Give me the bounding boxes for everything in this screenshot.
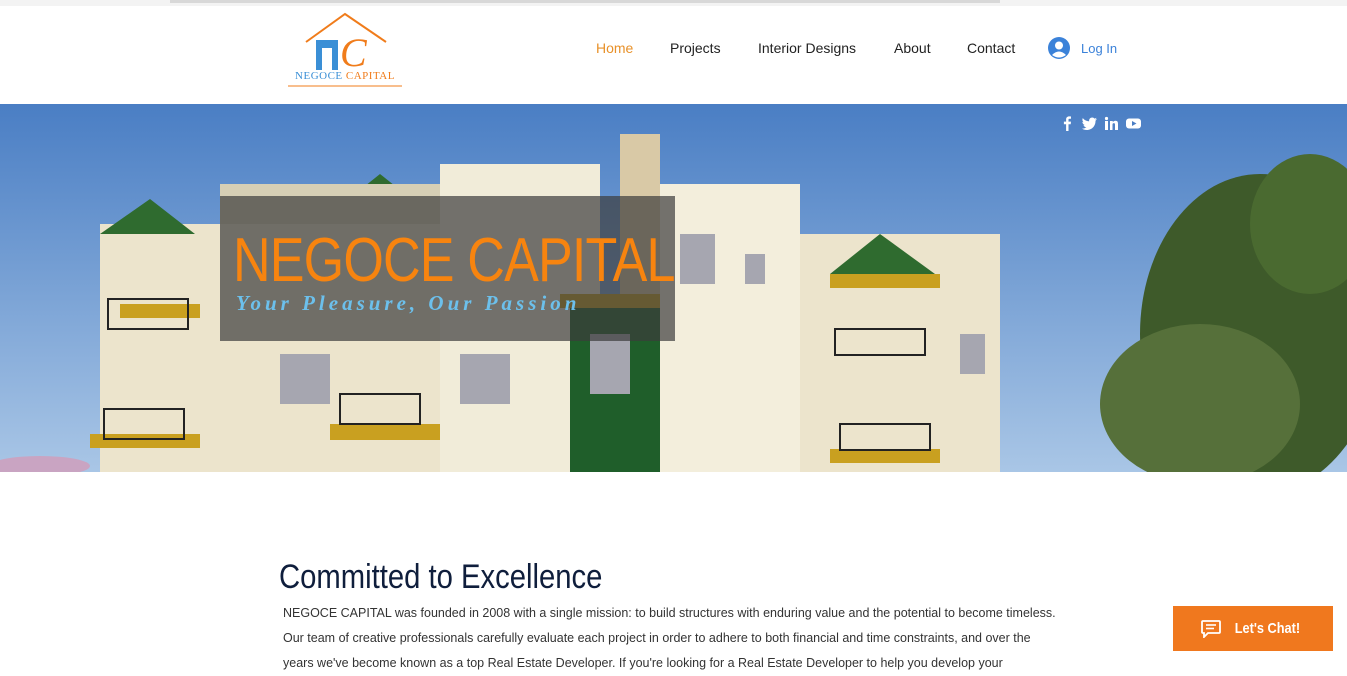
logo-word-capital: CAPITAL bbox=[345, 70, 395, 82]
chat-bubble-icon bbox=[1200, 619, 1221, 638]
twitter-icon[interactable] bbox=[1082, 116, 1097, 131]
nav-interior-designs[interactable]: Interior Designs bbox=[758, 40, 856, 56]
about-paragraph: NEGOCE CAPITAL was founded in 2008 with … bbox=[283, 606, 1056, 670]
social-links bbox=[1060, 116, 1141, 131]
logo-word-negoce: NEGOCE bbox=[295, 70, 343, 82]
site-logo[interactable]: C NEGOCE CAPITAL bbox=[288, 10, 402, 92]
nav-projects[interactable]: Projects bbox=[670, 40, 721, 56]
nav-about[interactable]: About bbox=[894, 40, 931, 56]
user-avatar-icon bbox=[1048, 37, 1070, 59]
linkedin-icon[interactable] bbox=[1104, 116, 1119, 131]
chat-label: Let's Chat! bbox=[1234, 620, 1300, 637]
section-heading: Committed to Excellence bbox=[279, 558, 603, 596]
svg-text:C: C bbox=[340, 30, 368, 75]
logo-wordmark: NEGOCE CAPITAL bbox=[288, 70, 402, 82]
nav-home[interactable]: Home bbox=[596, 40, 633, 56]
login-label: Log In bbox=[1081, 40, 1118, 56]
site-header: C NEGOCE CAPITAL Home Projects Interior … bbox=[0, 6, 1347, 104]
hero-title: NEGOCE CAPITAL bbox=[233, 226, 675, 295]
hero-tagline: Your Pleasure, Our Passion bbox=[236, 291, 581, 315]
nav-contact[interactable]: Contact bbox=[967, 40, 1015, 56]
login-button[interactable]: Log In bbox=[1048, 37, 1117, 59]
youtube-icon[interactable] bbox=[1126, 116, 1141, 131]
facebook-icon[interactable] bbox=[1060, 116, 1075, 131]
lets-chat-button[interactable]: Let's Chat! bbox=[1173, 606, 1333, 651]
